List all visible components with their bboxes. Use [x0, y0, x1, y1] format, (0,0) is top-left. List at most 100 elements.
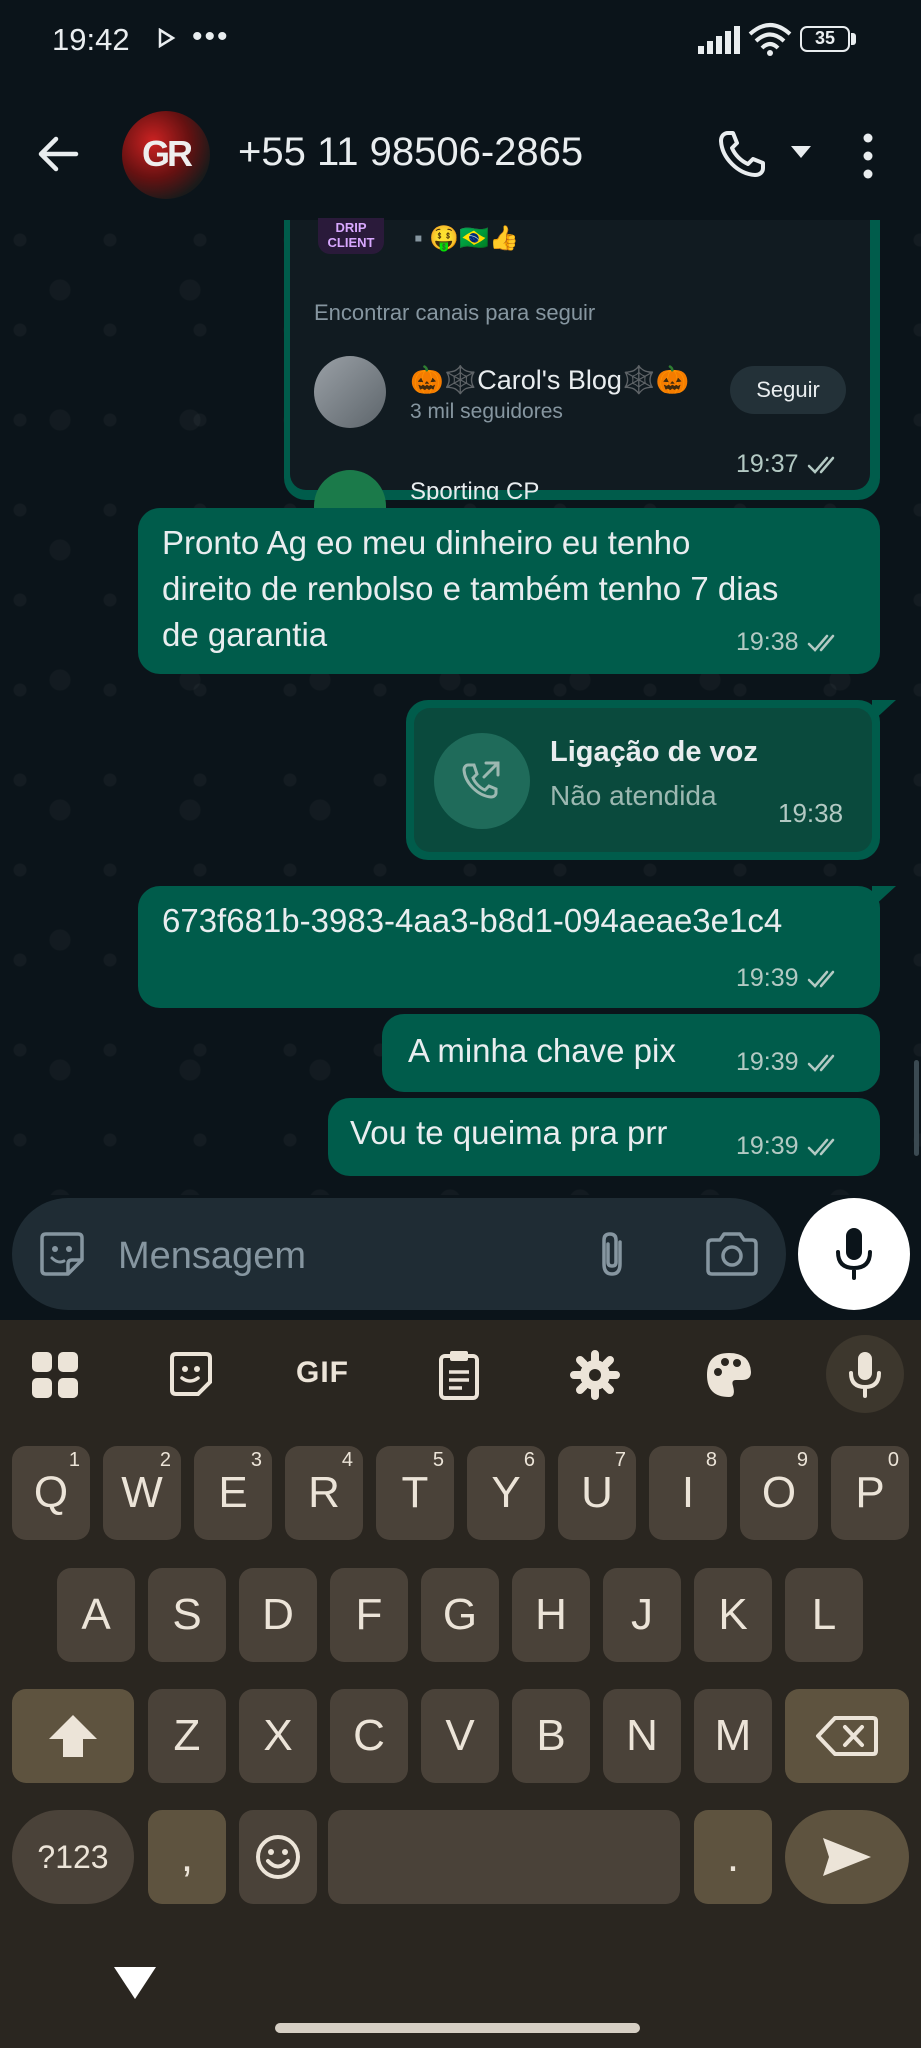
key-e[interactable]: E3: [194, 1446, 272, 1540]
key-label: R: [308, 1468, 340, 1517]
call-title: Ligação de voz: [550, 736, 758, 768]
key-r[interactable]: R4: [285, 1446, 363, 1540]
message-time: 19:39: [736, 964, 799, 992]
key-w[interactable]: W2: [103, 1446, 181, 1540]
microphone-icon: [836, 1228, 872, 1280]
key-q[interactable]: Q1: [12, 1446, 90, 1540]
channel-name[interactable]: 🎃🕸️Carol's Blog🕸️🎃: [410, 364, 689, 396]
backspace-key[interactable]: [785, 1689, 909, 1783]
battery-icon: 35: [800, 26, 850, 52]
message-text: A minha chave pix: [408, 1032, 676, 1069]
apps-grid-icon[interactable]: [28, 1348, 82, 1402]
outgoing-message[interactable]: Pronto Ag eo meu dinheiro eu tenho direi…: [138, 508, 880, 674]
key-number-hint: 5: [432, 1449, 444, 1471]
battery-level: 35: [814, 28, 836, 48]
key-label: P: [855, 1468, 885, 1517]
key-v[interactable]: V: [421, 1689, 499, 1783]
channel-preview-text: ▪ 🤑🇧🇷👍: [414, 225, 519, 252]
voice-call-icon[interactable]: [716, 128, 768, 180]
key-c[interactable]: C: [330, 1689, 408, 1783]
battery-tip: [851, 33, 856, 45]
key-p[interactable]: P0: [831, 1446, 909, 1540]
key-l[interactable]: L: [785, 1568, 863, 1662]
status-more-icon: •••: [192, 20, 230, 53]
sticker-icon[interactable]: [164, 1348, 218, 1402]
send-arrow-icon: [823, 1838, 871, 1876]
key-y[interactable]: Y6: [467, 1446, 545, 1540]
emoji-sticker-icon[interactable]: [36, 1228, 88, 1280]
more-options-icon[interactable]: [856, 130, 880, 182]
key-n[interactable]: N: [603, 1689, 681, 1783]
camera-icon[interactable]: [702, 1228, 762, 1280]
key-k[interactable]: K: [694, 1568, 772, 1662]
period-key[interactable]: .: [694, 1810, 772, 1904]
double-check-icon: [807, 456, 834, 474]
drip-client-logo: DRIP CLIENT: [318, 218, 384, 254]
keyboard-voice-button[interactable]: [826, 1335, 904, 1413]
channel-avatar[interactable]: [314, 356, 386, 428]
voice-record-button[interactable]: [798, 1198, 910, 1310]
key-h[interactable]: H: [512, 1568, 590, 1662]
symbols-key[interactable]: ?123: [12, 1810, 134, 1904]
emoji-icon: [256, 1835, 300, 1879]
clipboard-icon[interactable]: [432, 1348, 486, 1402]
outgoing-message[interactable]: A minha chave pix 19:39: [382, 1014, 880, 1092]
message-text: Vou te queima pra prr: [350, 1114, 668, 1151]
key-number-hint: 0: [887, 1449, 899, 1471]
contact-name[interactable]: +55 11 98506-2865: [238, 130, 583, 175]
channel-name[interactable]: Sporting CP: [410, 478, 539, 500]
key-number-hint: 3: [250, 1449, 262, 1471]
key-number-hint: 2: [159, 1449, 171, 1471]
contact-avatar[interactable]: GR: [122, 111, 210, 199]
key-d[interactable]: D: [239, 1568, 317, 1662]
key-z[interactable]: Z: [148, 1689, 226, 1783]
missed-call-icon-circle: [434, 733, 530, 829]
outgoing-message[interactable]: 673f681b-3983-4aa3-b8d1-094aeae3e1c4 19:…: [138, 886, 880, 1008]
key-label: E: [218, 1468, 248, 1517]
outgoing-message[interactable]: Vou te queima pra prr 19:39: [328, 1098, 880, 1176]
send-key[interactable]: [785, 1810, 909, 1904]
shift-key[interactable]: [12, 1689, 134, 1783]
nav-collapse-keyboard-icon[interactable]: [112, 1965, 158, 2001]
follow-button[interactable]: Seguir: [730, 366, 846, 414]
key-b[interactable]: B: [512, 1689, 590, 1783]
drip-logo-text: DRIP CLIENT: [327, 220, 375, 250]
chat-scrollbar[interactable]: [914, 1060, 919, 1156]
message-time: 19:39: [736, 1048, 799, 1076]
message-text: 673f681b-3983-4aa3-b8d1-094aeae3e1c4: [162, 902, 783, 939]
message-input[interactable]: [116, 1230, 560, 1282]
key-o[interactable]: O9: [740, 1446, 818, 1540]
status-time: 19:42: [52, 22, 130, 57]
bubble-tail: [872, 886, 896, 908]
gif-button[interactable]: GIF: [296, 1356, 349, 1390]
theme-palette-icon[interactable]: [702, 1348, 756, 1402]
home-gesture-bar[interactable]: [275, 2023, 640, 2033]
space-key[interactable]: [328, 1810, 680, 1904]
key-label: Q: [33, 1468, 69, 1517]
key-g[interactable]: G: [421, 1568, 499, 1662]
key-s[interactable]: S: [148, 1568, 226, 1662]
double-check-icon: [807, 970, 834, 988]
key-u[interactable]: U7: [558, 1446, 636, 1540]
key-label: Y: [491, 1468, 521, 1517]
key-x[interactable]: X: [239, 1689, 317, 1783]
key-number-hint: 8: [705, 1449, 717, 1471]
back-arrow-icon[interactable]: [34, 130, 82, 178]
message-time: 19:39: [736, 1132, 799, 1160]
call-dropdown-icon[interactable]: [790, 145, 812, 159]
bubble-tail: [872, 700, 896, 722]
double-check-icon: [807, 634, 834, 652]
message-meta: 19:39: [736, 964, 841, 993]
comma-key[interactable]: ,: [148, 1810, 226, 1904]
key-j[interactable]: J: [603, 1568, 681, 1662]
attach-icon[interactable]: [588, 1228, 640, 1280]
emoji-key[interactable]: [239, 1810, 317, 1904]
key-m[interactable]: M: [694, 1689, 772, 1783]
settings-gear-icon[interactable]: [568, 1348, 622, 1402]
key-a[interactable]: A: [57, 1568, 135, 1662]
key-i[interactable]: I8: [649, 1446, 727, 1540]
wifi-icon: [748, 23, 792, 56]
key-t[interactable]: T5: [376, 1446, 454, 1540]
message-time: 19:37: [736, 450, 799, 478]
key-f[interactable]: F: [330, 1568, 408, 1662]
